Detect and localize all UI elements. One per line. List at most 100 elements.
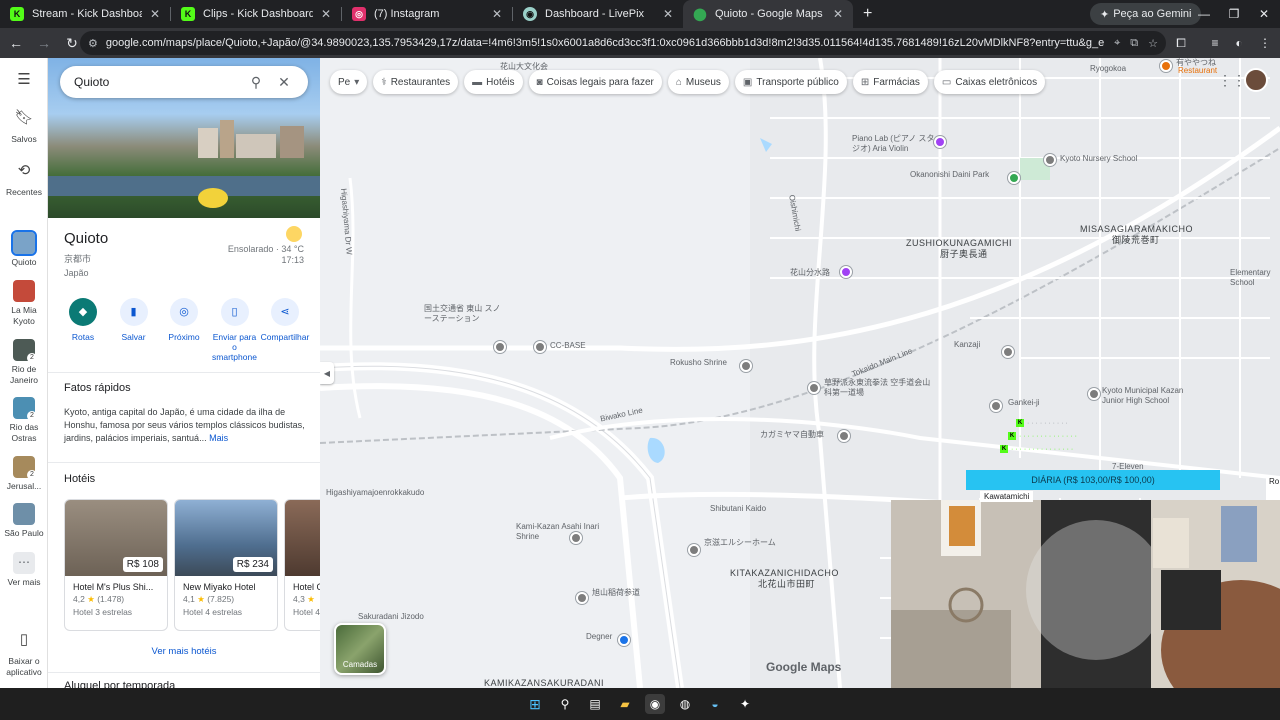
chip-hotels[interactable]: ▬ Hotéis bbox=[464, 70, 523, 94]
tab-0[interactable]: K Stream - Kick Dashboard ✕ bbox=[0, 0, 170, 28]
tab-title: Clips - Kick Dashboard bbox=[203, 8, 313, 20]
close-tab-icon[interactable]: ✕ bbox=[663, 7, 673, 21]
browser-toolbar: ← → ↻ ⚙ google.com/maps/place/Quioto,+Ja… bbox=[0, 28, 1280, 58]
music-school-pin-icon[interactable] bbox=[934, 136, 946, 148]
steam-icon[interactable]: ◒ bbox=[705, 694, 725, 714]
hotel-card[interactable]: R$ 108 Hotel M's Plus Shi... 4,2 ★ (1.47… bbox=[64, 499, 168, 631]
search-input[interactable] bbox=[74, 75, 242, 89]
star-icon: ★ bbox=[197, 594, 205, 604]
site-info-icon[interactable]: ⚙ bbox=[88, 37, 98, 50]
facts-more-link[interactable]: Mais bbox=[209, 433, 228, 443]
maximize-button[interactable]: ❐ bbox=[1218, 0, 1250, 28]
save-button[interactable]: ▮ Salvar bbox=[109, 298, 159, 362]
rail-item-recent[interactable]: ⟲ Recentes bbox=[0, 163, 48, 198]
collapse-panel-button[interactable]: ◀ bbox=[320, 362, 334, 384]
more-hotels-link[interactable]: Ver mais hotéis bbox=[48, 646, 320, 657]
account-avatar[interactable] bbox=[1244, 68, 1268, 92]
rail-item-saved[interactable]: 🔖︎ Salvos bbox=[0, 110, 48, 145]
search-icon[interactable]: ⚲ bbox=[242, 74, 270, 91]
tab-search-icon[interactable]: ≡ bbox=[1204, 31, 1226, 55]
install-app-icon[interactable]: ⧉ bbox=[1130, 37, 1138, 50]
tab-title: Dashboard - LivePix bbox=[545, 8, 645, 20]
nearby-button[interactable]: ◎ Próximo bbox=[159, 298, 209, 362]
close-tab-icon[interactable]: ✕ bbox=[492, 7, 502, 21]
shrine-pin-icon[interactable] bbox=[740, 360, 752, 372]
rail-item-rio-das-ostras[interactable]: 2 Rio das Ostras bbox=[0, 397, 48, 444]
tab-2[interactable]: ◎ (7) Instagram ✕ bbox=[342, 0, 512, 28]
school-pin-icon[interactable] bbox=[1044, 154, 1056, 166]
forward-button[interactable]: → bbox=[32, 31, 56, 55]
chip-transit[interactable]: ▣ Transporte público bbox=[734, 70, 847, 94]
close-tab-icon[interactable]: ✕ bbox=[833, 7, 843, 21]
car-shop-pin-icon[interactable] bbox=[838, 430, 850, 442]
station-pin-icon[interactable] bbox=[494, 341, 506, 353]
chip-restaurants[interactable]: ⚕︎ Restaurantes bbox=[373, 70, 459, 94]
minimize-button[interactable]: — bbox=[1188, 0, 1220, 28]
chip-things-to-do[interactable]: ◙ Coisas legais para fazer bbox=[528, 70, 662, 94]
directions-button[interactable]: ◆ Rotas bbox=[58, 298, 108, 362]
place-thumbnail bbox=[13, 280, 35, 302]
start-icon[interactable]: ⊞ bbox=[525, 694, 545, 714]
star-icon: ★ bbox=[87, 594, 95, 604]
rail-item-download-app[interactable]: ▯ Baixar o aplicativo bbox=[0, 632, 48, 678]
temple-pin-icon[interactable] bbox=[1002, 346, 1014, 358]
chip-pharmacies[interactable]: ⊞ Farmácias bbox=[852, 70, 928, 94]
park-pin-icon[interactable] bbox=[1008, 172, 1020, 184]
star-icon[interactable]: ☆ bbox=[1148, 37, 1158, 50]
google-apps-icon[interactable]: ⋮⋮ bbox=[1218, 72, 1246, 89]
warehouse-pin-icon[interactable] bbox=[534, 341, 546, 353]
close-tab-icon[interactable]: ✕ bbox=[150, 7, 160, 21]
close-tab-icon[interactable]: ✕ bbox=[321, 7, 331, 21]
hotel-card[interactable]: Hotel G... 4,3 ★ Hotel 4... bbox=[284, 499, 320, 631]
chrome-icon[interactable]: ◉ bbox=[645, 694, 665, 714]
restaurant-pin-icon[interactable] bbox=[1160, 60, 1172, 72]
obs-icon[interactable]: ◍ bbox=[675, 694, 695, 714]
dojo-pin-icon[interactable] bbox=[808, 382, 820, 394]
new-tab-button[interactable]: + bbox=[853, 0, 882, 28]
menu-button[interactable]: ☰ bbox=[0, 72, 48, 96]
hotel-card[interactable]: R$ 234 New Miyako Hotel 4,1 ★ (7.825) Ho… bbox=[174, 499, 278, 631]
chip-atms[interactable]: ▭ Caixas eletrônicos bbox=[933, 70, 1046, 94]
rail-item-see-more[interactable]: ⋯ Ver mais bbox=[0, 552, 48, 588]
rail-item-la-mia-kyoto[interactable]: La Mia Kyoto bbox=[0, 280, 48, 327]
send-to-phone-button[interactable]: ▯ Enviar para o smartphone bbox=[210, 298, 260, 362]
menu-icon[interactable]: ⋮ bbox=[1254, 31, 1276, 55]
tab-4-active[interactable]: ⬤ Quioto - Google Maps ✕ bbox=[683, 0, 853, 28]
search-icon[interactable]: ⚲ bbox=[555, 694, 575, 714]
temple-pin-icon[interactable] bbox=[990, 400, 1002, 412]
rail-item-quioto[interactable]: Quioto bbox=[0, 230, 48, 268]
rail-item-rio-de-janeiro[interactable]: 2 Rio de Janeiro bbox=[0, 339, 48, 386]
close-icon[interactable]: ✕ bbox=[270, 74, 298, 91]
map-label: Elementary School bbox=[1230, 268, 1271, 287]
action-label: Rotas bbox=[71, 332, 95, 342]
layers-button[interactable]: Camadas bbox=[334, 623, 386, 675]
shrine-pin-icon[interactable] bbox=[840, 266, 852, 278]
shrine-pin-icon[interactable] bbox=[576, 592, 588, 604]
app-icon[interactable]: ✦ bbox=[735, 694, 755, 714]
school-pin-icon[interactable] bbox=[1088, 388, 1100, 400]
files-icon[interactable]: ▰ bbox=[615, 694, 635, 714]
chip-partial[interactable]: Pe ▾ bbox=[330, 70, 368, 94]
close-window-button[interactable]: ✕ bbox=[1248, 0, 1280, 28]
address-bar[interactable]: ⚙ google.com/maps/place/Quioto,+Japão/@3… bbox=[80, 31, 1166, 55]
action-label: Salvar bbox=[121, 332, 146, 342]
back-button[interactable]: ← bbox=[4, 31, 28, 55]
more-icon: ⋯ bbox=[13, 552, 35, 574]
tab-3[interactable]: ◉ Dashboard - LivePix ✕ bbox=[513, 0, 683, 28]
profile-icon[interactable]: ◐ bbox=[1228, 31, 1250, 55]
place-thumbnail: 2 bbox=[13, 397, 37, 421]
chip-museums[interactable]: ⌂ Museus bbox=[667, 70, 729, 94]
taskview-icon[interactable]: ▤ bbox=[585, 694, 605, 714]
rail-item-jerusalem[interactable]: 2 Jerusal... bbox=[0, 456, 48, 492]
location-icon[interactable]: ⌖ bbox=[1114, 37, 1120, 50]
share-button[interactable]: ⋖ Compartilhar bbox=[260, 298, 310, 362]
shop-pin-icon[interactable] bbox=[618, 634, 630, 646]
tab-1[interactable]: K Clips - Kick Dashboard ✕ bbox=[171, 0, 341, 28]
extensions-icon[interactable]: ⧠ bbox=[1170, 31, 1192, 55]
housing-pin-icon[interactable] bbox=[688, 544, 700, 556]
gemini-button[interactable]: ✦ Peça ao Gemini bbox=[1090, 3, 1202, 25]
rail-item-sao-paulo[interactable]: São Paulo bbox=[0, 503, 48, 539]
place-country: Japão bbox=[64, 268, 89, 278]
hotel-rating: 4,3 ★ bbox=[293, 594, 315, 604]
shrine-pin-icon[interactable] bbox=[570, 532, 582, 544]
